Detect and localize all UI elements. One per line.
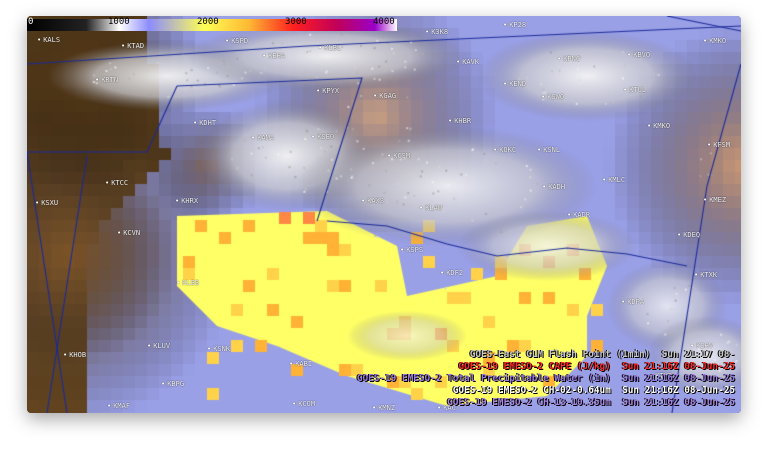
station-label-ksnk: KSNK (207, 345, 230, 353)
colorbar-tick-0: 0 (27, 16, 34, 28)
station-label-ktcc: KTCC (105, 179, 128, 187)
legend-layer-time: Sun 21:16Z 08-Jun-25 (622, 361, 735, 373)
colorbar-tick-3000: 3000 (284, 16, 308, 28)
station-label-kpyx: KPYX (316, 87, 339, 95)
station-label-kdpa: KDPA (621, 298, 644, 306)
station-label-khob: KHOB (63, 351, 86, 359)
station-label-kmaf: KMAF (107, 402, 130, 410)
station-label-kcvn: KCVN (117, 229, 140, 237)
legend-row-ch02[interactable]: GOES-19 EMESO-2 CH-02-0.64um Sun 21:16Z … (357, 385, 735, 397)
station-label-kgag: KGAG (373, 92, 396, 100)
station-label-klaw: KLAW (419, 204, 442, 212)
station-label-ktad: KTAD (121, 42, 144, 50)
legend-layer-name: GOES-East GLM Flash Point (1min) (470, 349, 651, 361)
station-label-ksxu: KSXU (35, 199, 58, 207)
station-label-kbpg: KBPG (161, 380, 184, 388)
legend-layer-name: GOES-19 EMESO-2 CH-13-10.35um (447, 397, 611, 409)
station-label-khrx: KHRX (175, 197, 198, 205)
station-label-kama: KAMA (251, 134, 274, 142)
station-label-kfsm: KFSM (707, 141, 730, 149)
legend-layer-time: Sun 21:16Z 08-Jun-25 (622, 397, 735, 409)
legend-layer-name: GOES-19 EMESO-2 CH-02-0.64um (453, 385, 611, 397)
cape-colorbar: 0 1000 2000 3000 4000 (27, 16, 397, 28)
station-label-krtn: KRTN (95, 76, 118, 84)
colorbar-tick-1000: 1000 (107, 16, 131, 28)
station-label-kend: KEND (503, 80, 526, 88)
station-label-kadh: KADH (542, 183, 565, 191)
station-label-kdf2: KDF2 (440, 269, 463, 277)
legend-row-cape[interactable]: GOES-19 EMESO-2 CAPE (J/kg) Sun 21:16Z 0… (357, 361, 735, 373)
station-label-kmez: KMEZ (703, 196, 726, 204)
station-label-klbb: KLBB (176, 279, 199, 287)
station-label-kcom: KCOM (292, 400, 315, 408)
station-label-kavk: KAVK (456, 58, 479, 66)
legend-row-tpw[interactable]: GOES-19 EMESO-2 Total Precipitable Water… (357, 373, 735, 385)
colorbar-tick-2000: 2000 (196, 16, 220, 28)
station-label-kswo: KSWO (541, 93, 564, 101)
station-label-kadr: KADR (567, 211, 590, 219)
legend-row-glm[interactable]: GOES-East GLM Flash Point (1min) Sun 21:… (357, 349, 735, 361)
legend-layer-time: Sun 21:17 08- (662, 349, 735, 361)
layer-legend: GOES-East GLM Flash Point (1min) Sun 21:… (357, 349, 735, 409)
station-label-keha: KEHA (262, 52, 285, 60)
satellite-map-window[interactable]: 0 1000 2000 3000 4000 KALS KTAD KSPD KEHA KL… (27, 16, 741, 413)
station-label-ksps: KSPS (400, 246, 423, 254)
legend-layer-time: Sun 21:16Z 08-Jun-25 (622, 373, 735, 385)
station-label-kmko2: KMKO (647, 122, 670, 130)
station-label-kp28: KP28 (503, 21, 526, 29)
station-label-kdeq: KDEQ (677, 231, 700, 239)
station-label-kmko: KMKO (703, 37, 726, 45)
station-label-ktul: KTUL (623, 86, 646, 94)
station-label-ktxk: KTXK (694, 271, 717, 279)
station-label-kbvo: KBVO (627, 51, 650, 59)
legend-layer-time: Sun 21:16Z 08-Jun-25 (622, 385, 735, 397)
station-label-kabi: KABI (289, 360, 312, 368)
station-label-kse0: KSE0 (311, 133, 334, 141)
station-label-kokc: KOKC (493, 146, 516, 154)
station-label-khbr: KHBR (448, 117, 471, 125)
station-label-kluv: KLUV (147, 342, 170, 350)
legend-row-ch13[interactable]: GOES-19 EMESO-2 CH-13-10.35um Sun 21:16Z… (357, 397, 735, 409)
legend-layer-name: GOES-19 EMESO-2 Total Precipitable Water… (357, 373, 611, 385)
legend-layer-name: GOES-19 EMESO-2 CAPE (J/kg) (458, 361, 610, 373)
station-label-klbl: KLBL (318, 44, 341, 52)
station-label-ksnl: KSNL (537, 146, 560, 154)
station-label-kcsm: KCSM (387, 152, 410, 160)
colorbar-tick-4000: 4000 (372, 16, 396, 28)
station-label-kals: KALS (37, 36, 60, 44)
station-label-kaxs: KAXS (361, 197, 384, 205)
station-label-kspd: KSPD (225, 37, 248, 45)
station-label-kict: K3K8 (425, 28, 448, 36)
station-label-kdht: KDHT (193, 119, 216, 127)
station-label-kmlc: KMLC (602, 176, 625, 184)
station-label-kpnc: KPNC (557, 55, 580, 63)
